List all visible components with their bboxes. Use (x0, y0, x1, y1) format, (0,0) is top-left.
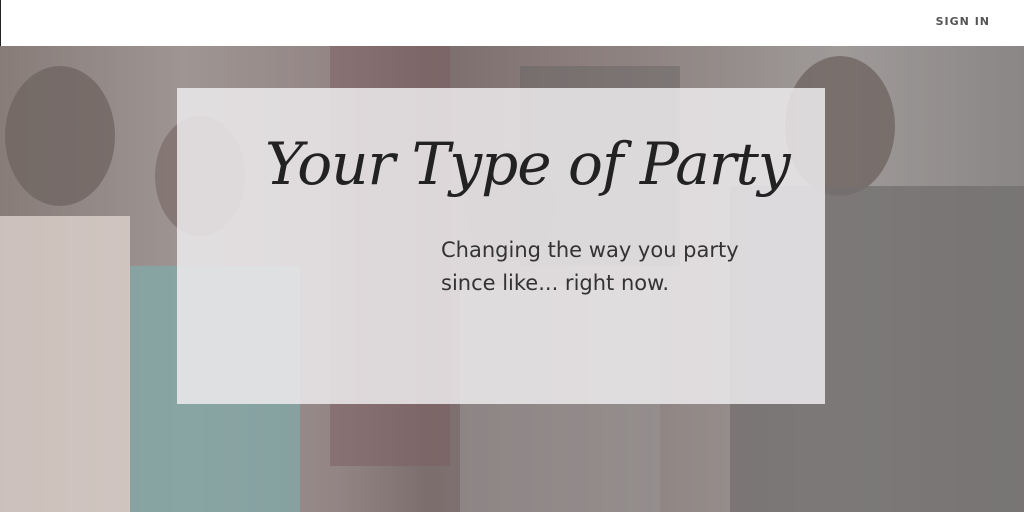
tagline-line-1: Changing the way you party (441, 238, 739, 262)
hero-title: Your Type of Party (265, 130, 791, 198)
hero-banner: Your Type of Party Changing the way you … (0, 46, 1024, 512)
sign-in-link[interactable]: SIGN IN (936, 15, 990, 28)
tagline-line-2: since like... right now. (441, 271, 670, 295)
hero-card: Your Type of Party Changing the way you … (177, 88, 825, 404)
top-nav-bar: SIGN IN (0, 0, 1024, 46)
hero-tagline: Changing the way you party since like...… (441, 234, 801, 300)
